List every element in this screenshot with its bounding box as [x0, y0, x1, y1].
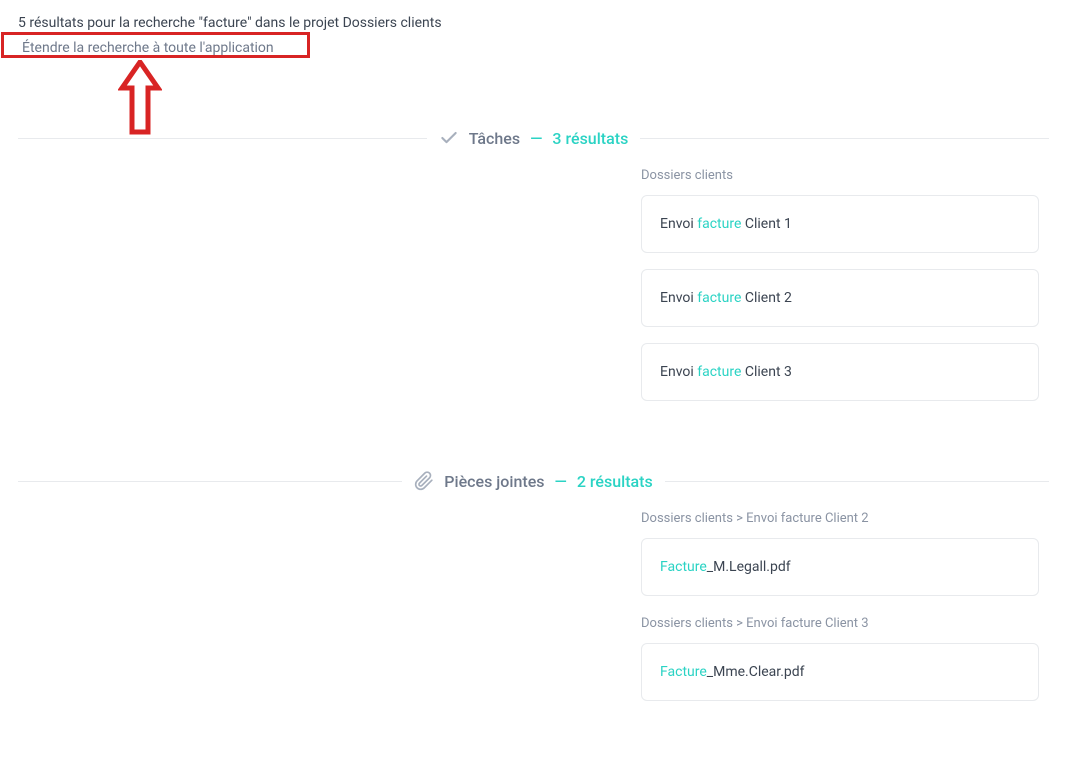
expand-search-label: Étendre la recherche à toute l'applicati… — [22, 40, 274, 56]
attachments-dash: — — [555, 472, 567, 491]
task-result-card[interactable]: Envoi facture Client 2 — [641, 269, 1039, 327]
attachments-section-divider: Pièces jointes — 2 résultats — [18, 471, 1049, 491]
attachments-results-area: Dossiers clients > Envoi facture Client … — [641, 511, 1039, 701]
tasks-section: Tâches — 3 résultats Dossiers clients En… — [18, 128, 1049, 401]
tasks-group-label: Dossiers clients — [641, 168, 1039, 183]
attachment-suffix: _Mme.Clear.pdf — [707, 664, 805, 680]
summary-middle: dans le projet — [252, 15, 343, 31]
attachment-breadcrumb: Dossiers clients > Envoi facture Client … — [641, 511, 1039, 526]
attachment-suffix: _M.Legall.pdf — [707, 559, 791, 575]
attachment-result-card[interactable]: Facture_M.Legall.pdf — [641, 538, 1039, 596]
task-prefix: Envoi — [660, 364, 697, 380]
summary-prefix: 5 résultats pour la recherche — [18, 15, 199, 31]
task-result-card[interactable]: Envoi facture Client 1 — [641, 195, 1039, 253]
task-prefix: Envoi — [660, 216, 697, 232]
task-highlight: facture — [697, 364, 741, 380]
task-suffix: Client 2 — [741, 290, 791, 306]
tasks-divider-label: Tâches — 3 résultats — [439, 128, 629, 148]
attachments-section: Pièces jointes — 2 résultats Dossiers cl… — [18, 471, 1049, 701]
tasks-results-area: Dossiers clients Envoi facture Client 1 … — [641, 168, 1039, 401]
attachment-highlight: Facture — [660, 664, 707, 680]
divider-line-left — [18, 481, 402, 482]
tasks-title: Tâches — [469, 129, 520, 148]
attachment-group: Dossiers clients > Envoi facture Client … — [641, 511, 1039, 596]
paperclip-icon — [414, 471, 434, 491]
task-result-card[interactable]: Envoi facture Client 3 — [641, 343, 1039, 401]
summary-project: Dossiers clients — [343, 15, 442, 31]
task-highlight: facture — [697, 216, 741, 232]
divider-line-left — [18, 138, 427, 139]
attachments-count: 2 résultats — [577, 472, 653, 491]
task-prefix: Envoi — [660, 290, 697, 306]
divider-line-right — [640, 138, 1049, 139]
task-suffix: Client 3 — [741, 364, 791, 380]
attachment-group: Dossiers clients > Envoi facture Client … — [641, 616, 1039, 701]
tasks-section-divider: Tâches — 3 résultats — [18, 128, 1049, 148]
task-suffix: Client 1 — [741, 216, 791, 232]
task-highlight: facture — [697, 290, 741, 306]
attachment-highlight: Facture — [660, 559, 707, 575]
attachments-title: Pièces jointes — [444, 472, 544, 491]
attachment-breadcrumb: Dossiers clients > Envoi facture Client … — [641, 616, 1039, 631]
tasks-count: 3 résultats — [552, 129, 628, 148]
search-results-summary: 5 résultats pour la recherche "facture" … — [18, 15, 1049, 31]
tasks-dash: — — [530, 129, 542, 148]
summary-quoted: "facture" — [199, 15, 252, 31]
checkmark-icon — [439, 128, 459, 148]
attachments-divider-label: Pièces jointes — 2 résultats — [414, 471, 652, 491]
divider-line-right — [665, 481, 1049, 482]
expand-search-link[interactable]: Étendre la recherche à toute l'applicati… — [18, 38, 278, 58]
attachment-result-card[interactable]: Facture_Mme.Clear.pdf — [641, 643, 1039, 701]
